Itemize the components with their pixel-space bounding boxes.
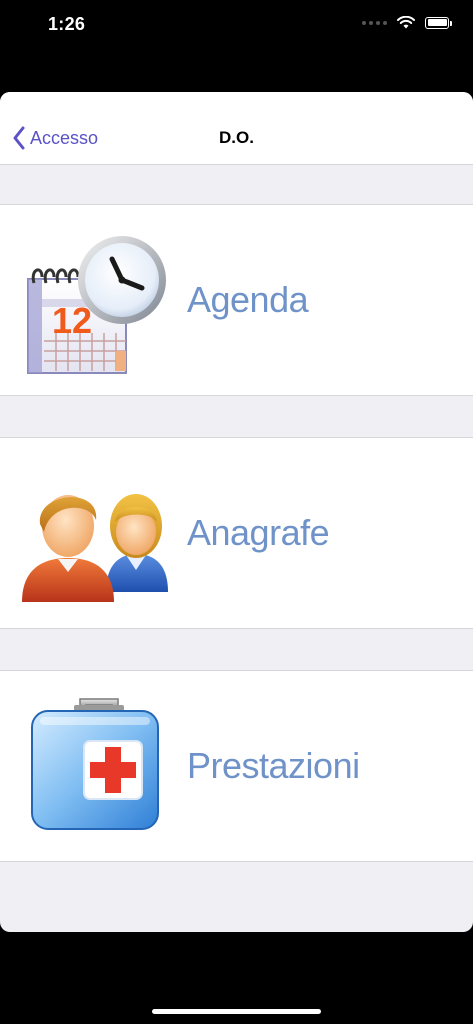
page-title: D.O. <box>219 128 254 147</box>
status-time: 1:26 <box>48 14 86 34</box>
menu-item-label: Anagrafe <box>187 512 330 553</box>
cellular-signal-icon <box>362 20 387 25</box>
svg-text:12: 12 <box>52 300 92 341</box>
menu-item-prestazioni[interactable]: Prestazioni <box>0 670 473 862</box>
modal-sheet: Accesso D.O. 12 Agenda Anagrafe Prestazi… <box>0 92 473 932</box>
menu-item-label: Prestazioni <box>187 745 360 786</box>
wifi-icon <box>397 16 415 29</box>
battery-icon <box>425 16 452 29</box>
navigation-bar: Accesso D.O. <box>0 92 473 165</box>
menu-item-anagrafe[interactable]: Anagrafe <box>0 437 473 629</box>
menu-item-agenda[interactable]: 12 Agenda <box>0 204 473 396</box>
status-bar: 1:26 <box>0 0 473 50</box>
first-aid-kit-icon <box>31 698 159 830</box>
home-indicator <box>152 1009 321 1014</box>
menu-item-label: Agenda <box>187 279 309 320</box>
status-icons <box>362 16 452 29</box>
calendar-clock-icon: 12 <box>27 236 166 374</box>
people-icon <box>22 494 168 602</box>
